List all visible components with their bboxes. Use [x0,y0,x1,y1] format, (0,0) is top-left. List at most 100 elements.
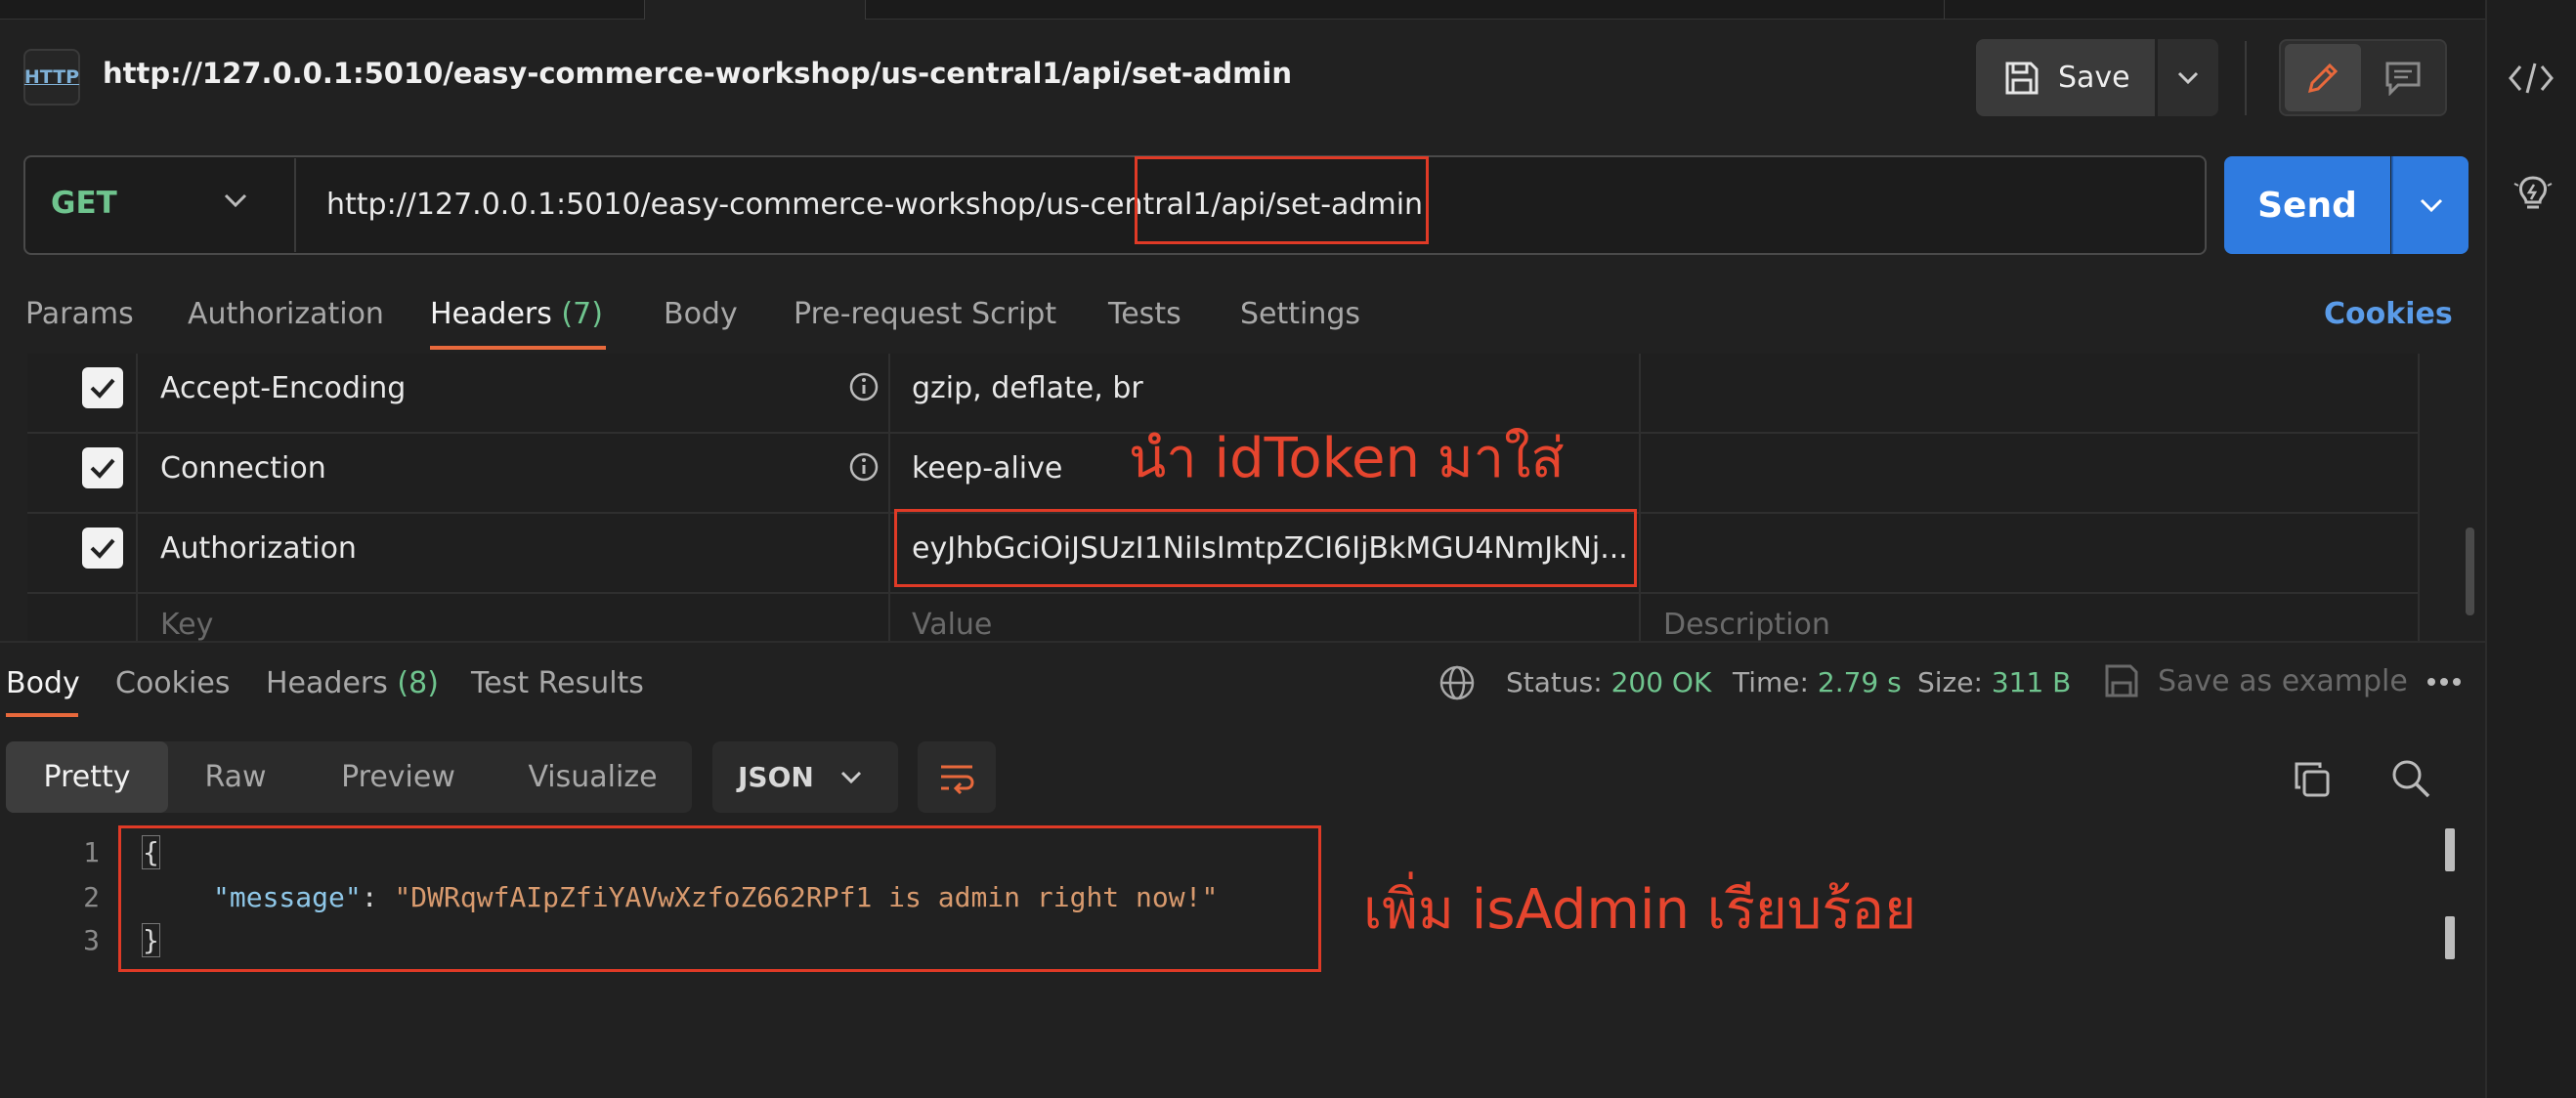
new-key-input[interactable]: Key [160,608,213,642]
response-tab-headers[interactable]: Headers (8) [266,666,439,700]
tab-tests-label: Tests [1108,297,1181,331]
comment-mode-button[interactable] [2365,44,2441,111]
save-icon [2005,62,2039,94]
response-status[interactable]: Status: 200 OK [1506,666,1711,698]
tab-body[interactable]: Body [664,297,738,331]
tab-params-label: Params [25,297,134,331]
comment-icon [2385,62,2421,96]
top-tab-strip [0,0,2485,20]
view-pretty-button[interactable]: Pretty [6,741,168,813]
checkmark-icon [90,458,115,479]
info-icon[interactable] [848,371,880,402]
response-size[interactable]: Size: 311 B [1917,666,2071,698]
tab-pre-request-script[interactable]: Pre-request Script [794,297,1056,331]
tab-strip-segment[interactable] [866,0,1945,20]
response-tab-cookies-label: Cookies [115,666,231,700]
response-time[interactable]: Time: 2.79 s [1733,666,1902,698]
edit-mode-button[interactable] [2285,44,2361,111]
save-button-label: Save [2058,61,2130,95]
column-divider [2418,354,2420,641]
send-button[interactable]: Send [2224,156,2390,254]
http-icon-label: HTTP [23,66,80,88]
tab-body-label: Body [664,297,738,331]
tab-settings[interactable]: Settings [1240,297,1360,331]
send-dropdown-button[interactable] [2391,156,2469,254]
checkmark-icon [90,378,115,399]
tab-headers-label: Headers [430,297,552,331]
response-tab-test-results[interactable]: Test Results [471,666,644,700]
wrap-lines-button[interactable] [918,741,996,813]
tab-headers[interactable]: Headers (7) [430,297,603,331]
response-tab-body-label: Body [6,666,80,700]
code-scrollbar-bottom[interactable] [2445,916,2455,959]
save-example-icon [2105,664,2138,697]
line-number: 3 [83,924,100,956]
annotation-box-token [894,509,1637,587]
globe-icon[interactable] [1438,664,1476,701]
format-select-label: JSON [738,761,814,793]
new-description-input[interactable]: Description [1663,608,1830,642]
response-tab-headers-label: Headers [266,666,388,700]
right-sidebar [2485,0,2576,1098]
request-title[interactable]: http://127.0.0.1:5010/easy-commerce-work… [103,57,1292,90]
response-tab-cookies[interactable]: Cookies [115,666,230,700]
tab-settings-label: Settings [1240,297,1361,331]
tab-strip-segment[interactable] [0,0,645,20]
lightbulb-icon[interactable] [2512,172,2554,215]
headers-scrollbar[interactable] [2466,528,2474,615]
save-as-example-button[interactable]: Save as example [2158,664,2408,698]
wrap-icon [941,765,974,794]
tab-tests[interactable]: Tests [1108,297,1181,331]
time-label: Time: [1733,666,1809,698]
tab-headers-count: (7) [561,297,603,331]
annotation-box-url-path [1135,156,1429,244]
save-dropdown-button[interactable] [2158,39,2218,116]
save-button[interactable]: Save [1976,39,2155,116]
status-label: Status: [1506,666,1603,698]
header-key[interactable]: Authorization [160,531,357,566]
active-tab-indicator [430,346,606,350]
chevron-down-icon [2177,71,2199,84]
search-icon[interactable] [2390,758,2431,799]
tab-strip-segment-active[interactable] [645,0,866,20]
view-raw-button[interactable]: Raw [168,741,303,813]
code-icon[interactable] [2509,61,2554,96]
tab-authorization-label: Authorization [188,297,384,331]
tab-params[interactable]: Params [25,297,134,331]
cookies-link[interactable]: Cookies [2324,297,2453,331]
header-value[interactable]: gzip, deflate, br [912,371,1143,405]
annotation-box-response [118,825,1321,972]
response-active-tab-indicator [6,713,78,717]
response-tab-body[interactable]: Body [6,666,80,700]
checkmark-icon [90,538,115,559]
info-icon[interactable] [848,451,880,483]
response-tab-test-results-label: Test Results [471,666,644,700]
header-key[interactable]: Accept-Encoding [160,371,406,405]
header-enabled-checkbox[interactable] [82,528,123,569]
annotation-token-note: นำ idToken มาใส่ [1129,427,1565,490]
header-enabled-checkbox[interactable] [82,447,123,488]
response-headers-count: (8) [397,666,439,700]
method-select[interactable]: GET [51,186,117,221]
tab-authorization[interactable]: Authorization [188,297,384,331]
header-value[interactable]: keep-alive [912,451,1062,486]
method-chevron-icon[interactable] [223,191,248,209]
annotation-admin-note: เพิ่ม isAdmin เรียบร้อย [1363,878,1916,942]
time-value: 2.79 s [1817,666,1902,698]
url-separator [294,158,296,252]
column-divider [1639,354,1641,641]
more-options-icon[interactable] [2426,676,2463,688]
copy-icon[interactable] [2293,760,2332,799]
format-select[interactable]: JSON [712,741,898,813]
response-divider [0,641,2485,643]
status-value: 200 OK [1610,666,1712,698]
column-divider [136,354,138,641]
new-value-input[interactable]: Value [912,608,992,642]
view-preview-button[interactable]: Preview [303,741,494,813]
view-visualize-button[interactable]: Visualize [494,741,692,813]
chevron-down-icon [840,771,861,783]
code-scrollbar-top[interactable] [2445,828,2455,871]
size-label: Size: [1917,666,1983,698]
header-key[interactable]: Connection [160,451,326,486]
header-enabled-checkbox[interactable] [82,367,123,408]
